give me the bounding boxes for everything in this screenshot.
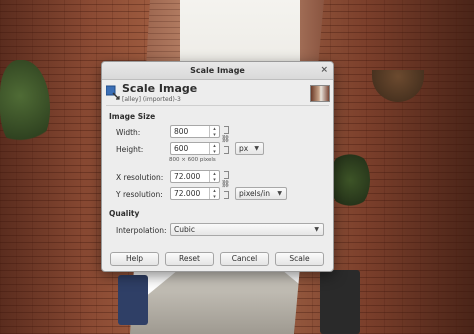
scale-image-dialog: Scale Image × Scale Image [alley] (impor… — [101, 61, 334, 272]
chain-icon: ⛓ — [221, 180, 230, 188]
image-size-heading: Image Size — [109, 112, 156, 121]
chain-icon: ⛓ — [221, 135, 230, 143]
dialog-title: Scale Image — [190, 66, 245, 75]
chevron-down-icon: ▼ — [314, 226, 319, 233]
close-button[interactable]: × — [320, 62, 328, 79]
interpolation-dropdown[interactable]: Cubic ▼ — [170, 223, 324, 236]
size-unit-dropdown[interactable]: px ▼ — [235, 142, 264, 155]
spin-down-icon[interactable]: ▾ — [210, 177, 219, 183]
size-chain-link-button[interactable]: ⛓ — [221, 126, 230, 154]
quality-heading: Quality — [109, 209, 140, 218]
spin-down-icon[interactable]: ▾ — [210, 149, 219, 155]
dialog-titlebar[interactable]: Scale Image × — [102, 62, 333, 80]
x-resolution-value: 72.000 — [174, 172, 201, 181]
help-button[interactable]: Help — [110, 252, 159, 266]
scale-image-icon — [106, 85, 120, 100]
y-resolution-value: 72.000 — [174, 189, 201, 198]
header-separator — [106, 105, 329, 106]
resolution-unit-dropdown[interactable]: pixels/in ▼ — [235, 187, 287, 200]
width-value: 800 — [174, 127, 189, 136]
height-label: Height: — [116, 145, 144, 154]
cancel-button[interactable]: Cancel — [220, 252, 269, 266]
interpolation-label: Interpolation: — [116, 226, 167, 235]
height-spinbox[interactable]: 600 ▴ ▾ — [170, 142, 220, 155]
chevron-down-icon: ▼ — [277, 190, 282, 197]
y-resolution-spinbox[interactable]: 72.000 ▴ ▾ — [170, 187, 220, 200]
width-label: Width: — [116, 128, 141, 137]
width-spinbox[interactable]: 800 ▴ ▾ — [170, 125, 220, 138]
x-resolution-label: X resolution: — [116, 173, 164, 182]
interpolation-value: Cubic — [174, 225, 195, 234]
header-subtitle: [alley] (imported)-3 — [122, 96, 181, 103]
scale-button[interactable]: Scale — [275, 252, 324, 266]
image-thumbnail — [310, 85, 330, 102]
resolution-chain-link-button[interactable]: ⛓ — [221, 171, 230, 199]
spin-down-icon[interactable]: ▾ — [210, 132, 219, 138]
chevron-down-icon: ▼ — [254, 145, 259, 152]
x-resolution-spinbox[interactable]: 72.000 ▴ ▾ — [170, 170, 220, 183]
spin-down-icon[interactable]: ▾ — [210, 194, 219, 200]
pixel-size-hint: 800 × 600 pixels — [169, 157, 216, 163]
height-value: 600 — [174, 144, 189, 153]
reset-button[interactable]: Reset — [165, 252, 214, 266]
size-unit-value: px — [239, 144, 249, 153]
header-title: Scale Image — [122, 82, 198, 95]
resolution-unit-value: pixels/in — [239, 189, 271, 198]
y-resolution-label: Y resolution: — [116, 190, 163, 199]
